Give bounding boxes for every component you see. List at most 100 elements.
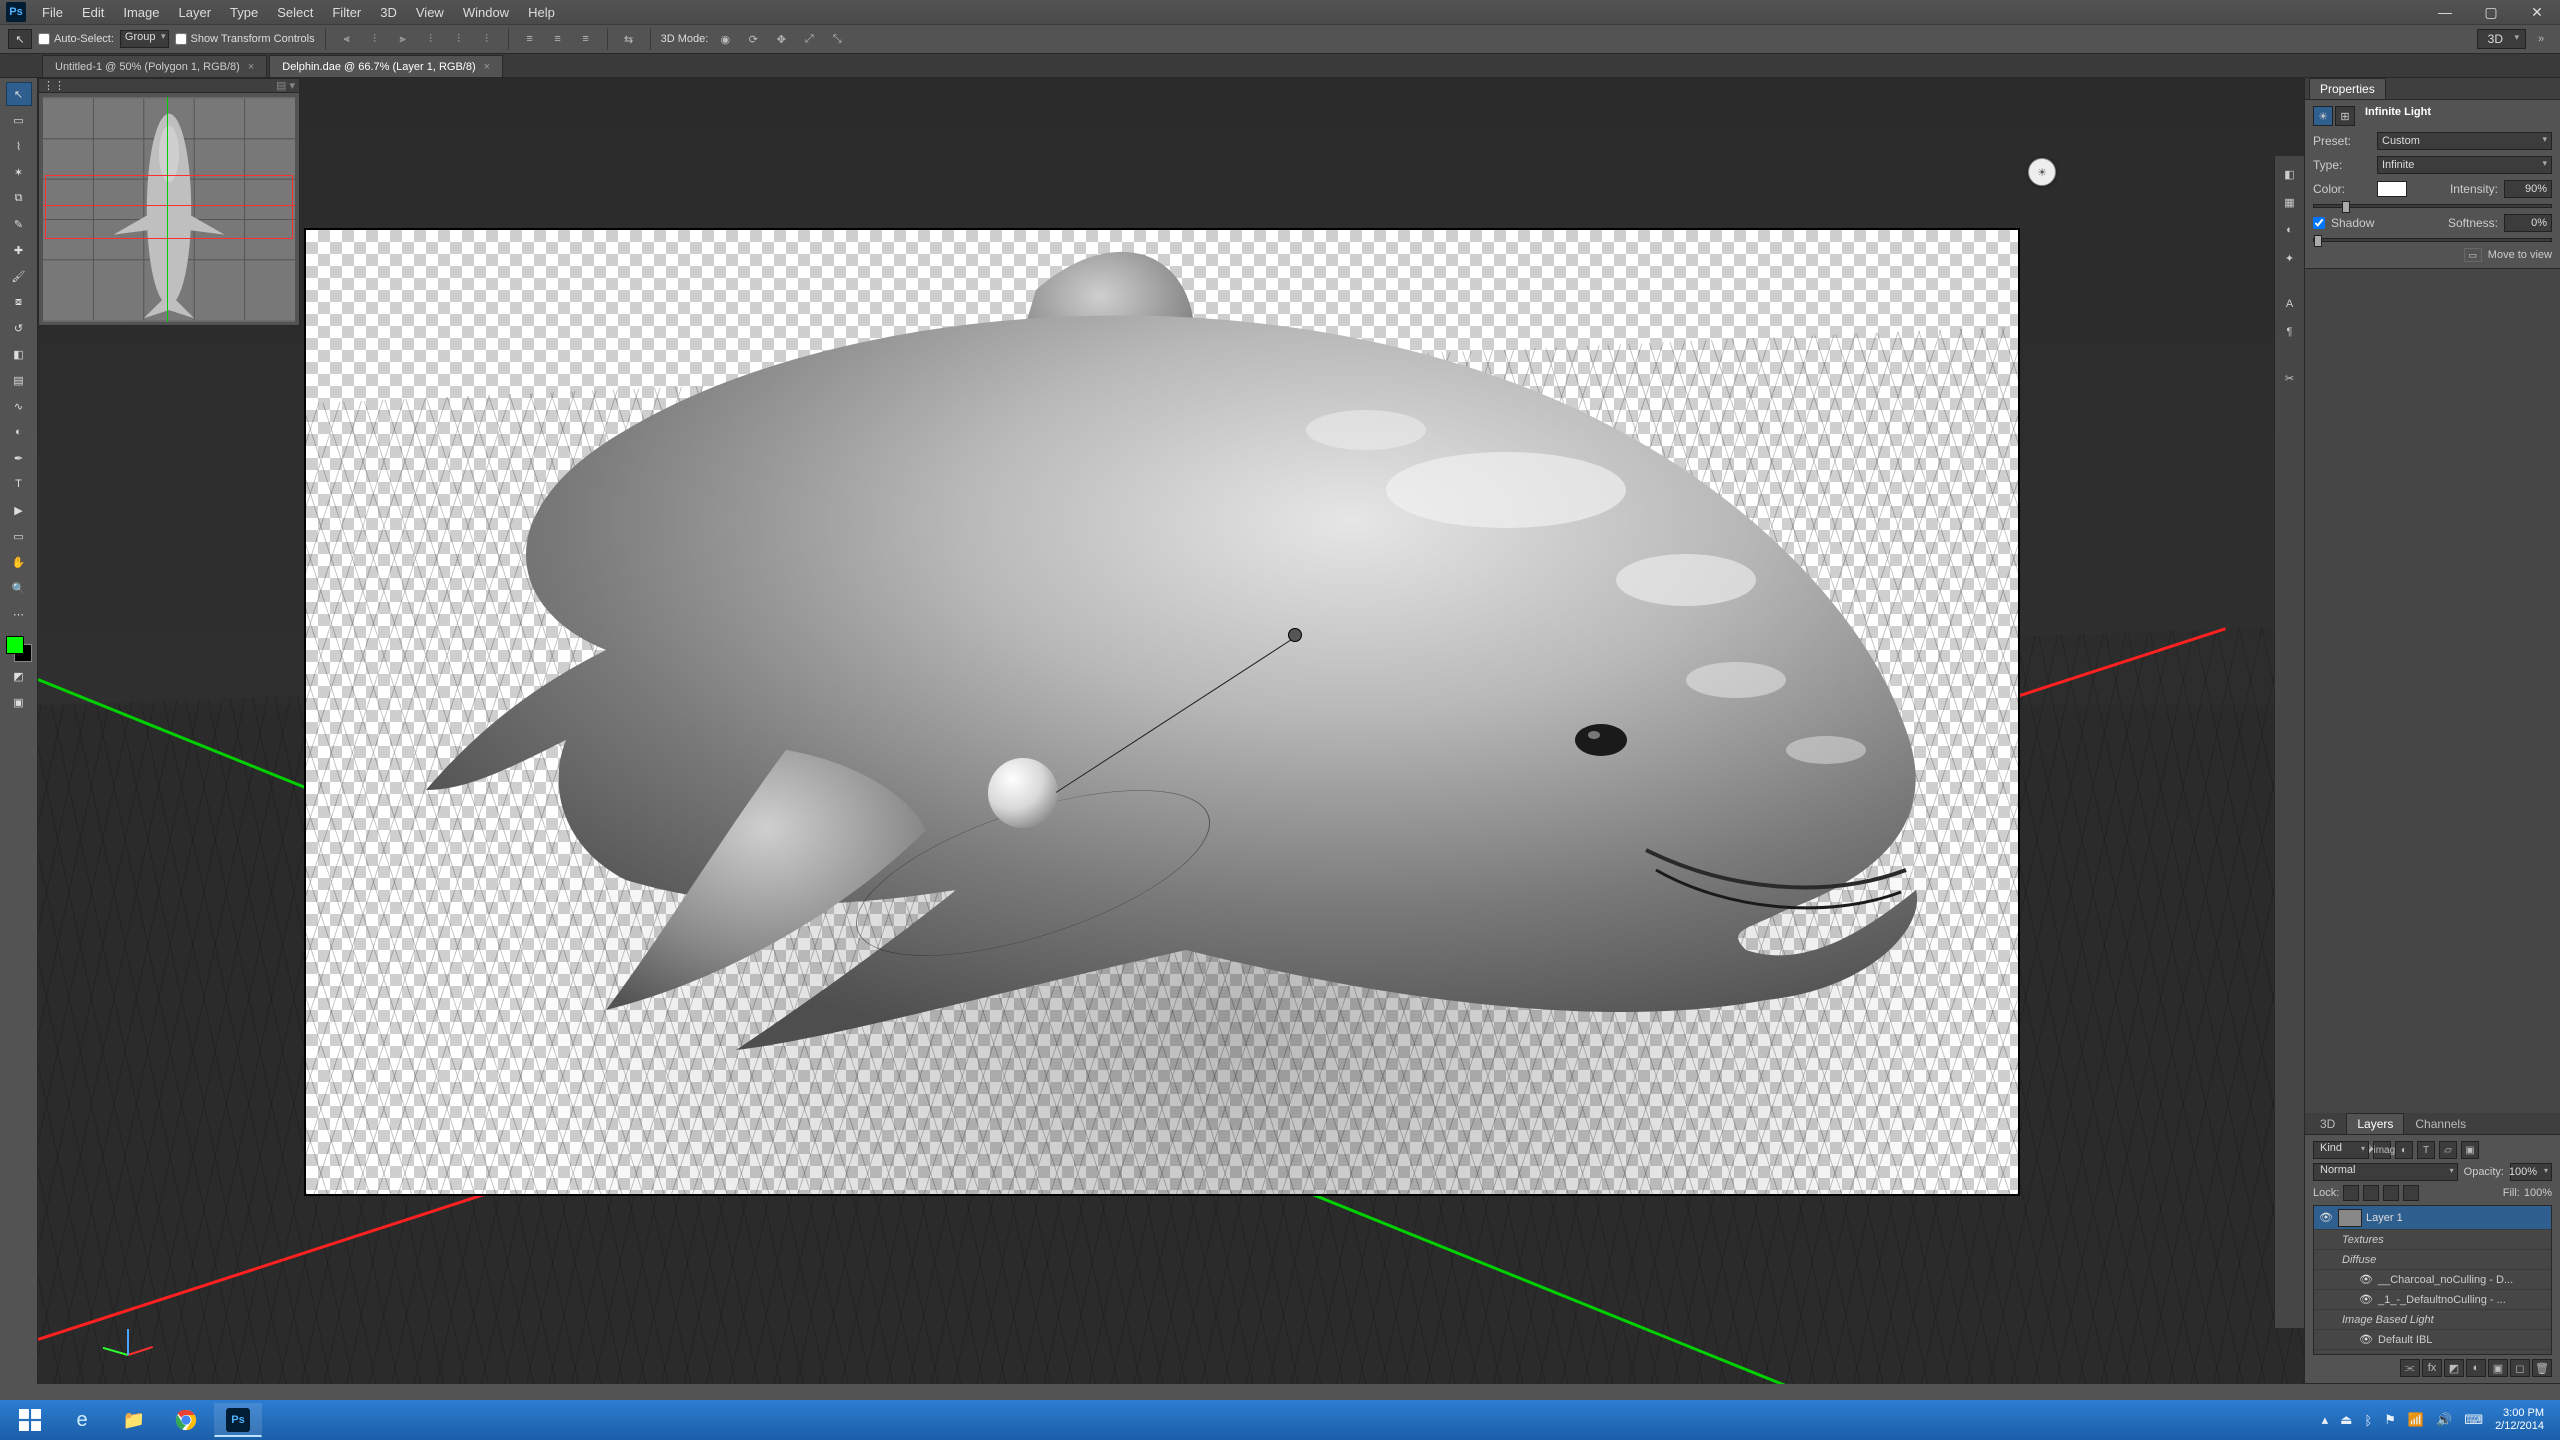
swatches-panel-icon[interactable]: ▦ xyxy=(2278,190,2302,214)
tray-action-center-icon[interactable]: ⚑ xyxy=(2384,1412,2396,1428)
tray-safely-remove-icon[interactable]: ⏏ xyxy=(2340,1412,2352,1428)
document-tab[interactable]: Untitled-1 @ 50% (Polygon 1, RGB/8)× xyxy=(42,55,267,77)
edit-toolbar[interactable]: ⋯ xyxy=(6,602,32,626)
lasso-tool[interactable]: ⌇ xyxy=(6,134,32,158)
canvas-area[interactable]: ☀ ⋮⋮▤ ▾ xyxy=(38,78,2304,1384)
tray-up-icon[interactable]: ▴ xyxy=(2322,1412,2329,1428)
brush-tool[interactable]: 🖌 xyxy=(6,264,32,288)
intensity-field[interactable]: 90% xyxy=(2504,180,2552,198)
visibility-icon[interactable]: 👁 xyxy=(2358,1333,2374,1346)
hand-tool[interactable]: ✋ xyxy=(6,550,32,574)
stamp-tool[interactable]: ⧇ xyxy=(6,290,32,314)
secondary-view-frame[interactable] xyxy=(45,175,293,239)
light-icon[interactable]: ☀ xyxy=(2313,106,2333,126)
filter-kind-dropdown[interactable]: Kind xyxy=(2313,1141,2369,1159)
marquee-tool[interactable]: ▭ xyxy=(6,108,32,132)
auto-select-check[interactable]: Auto-Select: xyxy=(38,33,114,45)
layer-mask-icon[interactable]: ◩ xyxy=(2444,1359,2464,1377)
menu-view[interactable]: View xyxy=(408,2,452,23)
panel-tab-3d[interactable]: 3D xyxy=(2309,1113,2346,1134)
eyedropper-tool[interactable]: ✎ xyxy=(6,212,32,236)
arrange-icon[interactable]: ⇆ xyxy=(618,28,640,50)
taskbar-photoshop[interactable]: Ps xyxy=(214,1403,262,1437)
start-button[interactable] xyxy=(6,1403,54,1437)
lock-position-icon[interactable] xyxy=(2383,1185,2399,1201)
distribute-icon[interactable]: ≡ xyxy=(547,28,569,50)
pan-icon[interactable]: ✥ xyxy=(770,28,792,50)
fill-field[interactable]: 100% xyxy=(2524,1187,2552,1199)
history-brush-tool[interactable]: ↺ xyxy=(6,316,32,340)
secondary-view-body[interactable] xyxy=(43,97,295,322)
menu-filter[interactable]: Filter xyxy=(324,2,369,23)
layer-subheading[interactable]: Image Based Light xyxy=(2314,1310,2551,1330)
texture-item[interactable]: 👁__Charcoal_noCulling - D... xyxy=(2314,1270,2551,1290)
properties-tab[interactable]: Properties xyxy=(2309,78,2386,99)
menu-3d[interactable]: 3D xyxy=(372,2,405,23)
move-to-view-label[interactable]: Move to view xyxy=(2488,249,2552,261)
align-top-icon[interactable]: ⫶ xyxy=(420,28,442,50)
crop-tool[interactable]: ⧉ xyxy=(6,186,32,210)
search-icon[interactable]: » xyxy=(2530,28,2552,50)
menu-layer[interactable]: Layer xyxy=(171,2,220,23)
new-layer-icon[interactable]: ◻ xyxy=(2510,1359,2530,1377)
coords-icon[interactable]: ⊞ xyxy=(2335,106,2355,126)
layer-name[interactable]: Layer 1 xyxy=(2366,1212,2403,1224)
color-swatches[interactable] xyxy=(6,636,32,662)
quickmask-icon[interactable]: ◩ xyxy=(6,664,32,688)
lock-image-icon[interactable] xyxy=(2363,1185,2379,1201)
dodge-tool[interactable]: ◐ xyxy=(6,420,32,444)
group-icon[interactable]: ▣ xyxy=(2488,1359,2508,1377)
opacity-field[interactable]: 100% xyxy=(2510,1163,2552,1181)
light-type-dropdown[interactable]: Infinite xyxy=(2377,156,2552,174)
filter-pixel-icon[interactable]: �image xyxy=(2373,1141,2391,1159)
visibility-icon[interactable]: 👁 xyxy=(2358,1273,2374,1286)
shape-tool[interactable]: ▭ xyxy=(6,524,32,548)
menu-file[interactable]: File xyxy=(34,2,71,23)
paragraph-panel-icon[interactable]: ¶ xyxy=(2278,320,2302,344)
filter-type-icon[interactable]: T xyxy=(2417,1141,2435,1159)
path-select-tool[interactable]: ▶ xyxy=(6,498,32,522)
filter-adjust-icon[interactable]: ◐ xyxy=(2395,1141,2413,1159)
minimize-button[interactable]: — xyxy=(2422,0,2468,24)
maximize-button[interactable]: ▢ xyxy=(2468,0,2514,24)
filter-smart-icon[interactable]: ▣ xyxy=(2461,1141,2479,1159)
distribute-icon[interactable]: ≡ xyxy=(519,28,541,50)
color-panel-icon[interactable]: ◧ xyxy=(2278,162,2302,186)
tray-keyboard-icon[interactable]: ⌨ xyxy=(2464,1412,2483,1428)
slide-icon[interactable]: ⤢ xyxy=(798,28,820,50)
taskbar-explorer[interactable]: 📁 xyxy=(110,1403,158,1437)
panel-grip-icon[interactable]: ⋮⋮ xyxy=(43,79,65,92)
character-panel-icon[interactable]: A xyxy=(2278,292,2302,316)
link-layers-icon[interactable]: ⫘ xyxy=(2400,1359,2420,1377)
softness-slider[interactable] xyxy=(2313,238,2552,242)
lock-transparent-icon[interactable] xyxy=(2343,1185,2359,1201)
orbit-icon[interactable]: ◉ xyxy=(714,28,736,50)
show-transform-check[interactable]: Show Transform Controls xyxy=(175,33,315,45)
taskbar-chrome[interactable] xyxy=(162,1403,210,1437)
move-to-view-icon[interactable]: ▭ xyxy=(2464,248,2482,262)
taskbar-ie[interactable]: e xyxy=(58,1403,106,1437)
layer-thumb[interactable] xyxy=(2338,1209,2362,1227)
layer-item[interactable]: 👁 Layer 1 xyxy=(2314,1206,2551,1230)
softness-field[interactable]: 0% xyxy=(2504,214,2552,232)
axis-gizmo[interactable] xyxy=(98,1306,158,1366)
menu-image[interactable]: Image xyxy=(115,2,167,23)
close-tab-icon[interactable]: × xyxy=(248,61,254,73)
roll-icon[interactable]: ⟳ xyxy=(742,28,764,50)
close-button[interactable]: ✕ xyxy=(2514,0,2560,24)
preset-dropdown[interactable]: Custom xyxy=(2377,132,2552,150)
visibility-icon[interactable]: 👁 xyxy=(2318,1211,2334,1224)
pen-tool[interactable]: ✒ xyxy=(6,446,32,470)
panel-tab-layers[interactable]: Layers xyxy=(2346,1113,2404,1134)
align-left-icon[interactable]: ⫷ xyxy=(336,28,358,50)
visibility-icon[interactable]: 👁 xyxy=(2358,1293,2374,1306)
shadow-checkbox[interactable] xyxy=(2313,217,2325,229)
screen-mode-icon[interactable]: ▣ xyxy=(6,690,32,714)
healing-tool[interactable]: ✚ xyxy=(6,238,32,262)
type-tool[interactable]: T xyxy=(6,472,32,496)
gradient-tool[interactable]: ▤ xyxy=(6,368,32,392)
menu-type[interactable]: Type xyxy=(222,2,266,23)
styles-panel-icon[interactable]: ✦ xyxy=(2278,246,2302,270)
menu-edit[interactable]: Edit xyxy=(74,2,112,23)
secondary-view-panel[interactable]: ⋮⋮▤ ▾ xyxy=(38,78,300,326)
